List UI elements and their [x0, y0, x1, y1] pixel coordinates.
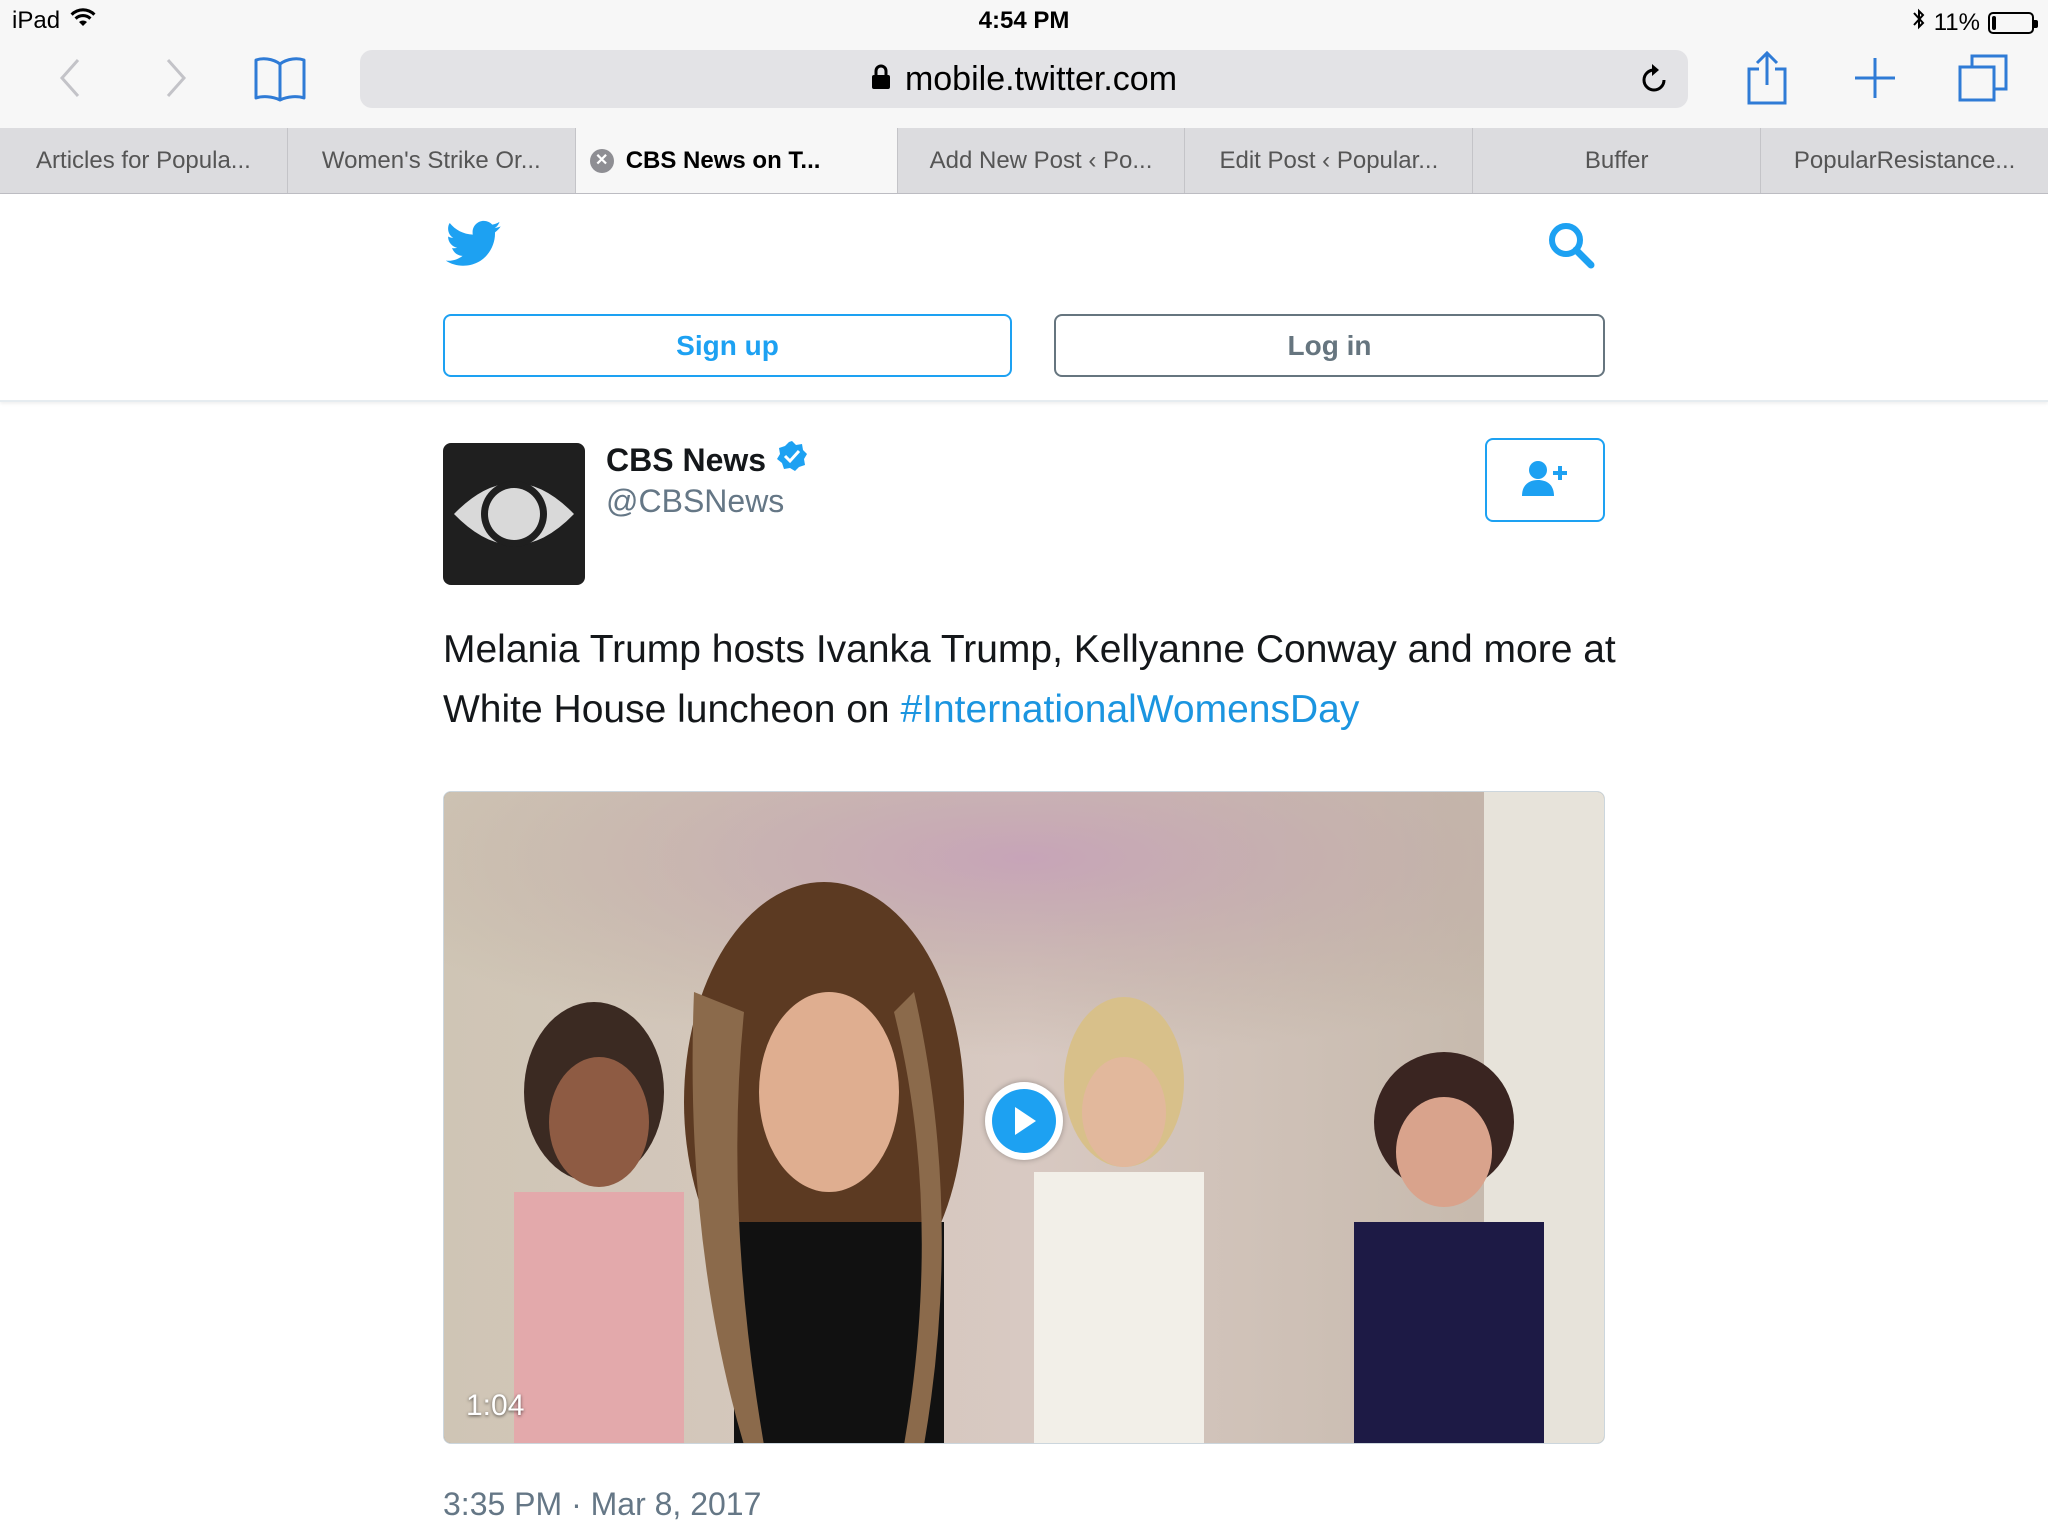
lock-icon	[871, 60, 891, 99]
close-tab-icon[interactable]: ✕	[589, 149, 614, 173]
avatar[interactable]	[443, 443, 585, 585]
tab-buffer[interactable]: Buffer	[1473, 128, 1762, 193]
tab-label: CBS News on T...	[625, 146, 821, 174]
play-icon	[992, 1089, 1056, 1153]
follow-button[interactable]	[1485, 438, 1605, 522]
hashtag-link[interactable]: #InternationalWomensDay	[900, 688, 1359, 731]
follow-user-icon	[1520, 458, 1570, 503]
tab-bar: Articles for Popula... Women's Strike Or…	[0, 128, 2048, 194]
tab-add-new-post[interactable]: Add New Post ‹ Po...	[898, 128, 1186, 193]
battery-percent: 11%	[1933, 8, 1980, 36]
tab-label: Women's Strike Or...	[321, 146, 541, 174]
search-icon[interactable]	[1546, 220, 1596, 275]
tweet-timestamp[interactable]: 3:35 PM · Mar 8, 2017	[443, 1486, 761, 1523]
tab-label: Add New Post ‹ Po...	[929, 146, 1153, 174]
back-icon	[56, 56, 86, 105]
tab-edit-post[interactable]: Edit Post ‹ Popular...	[1185, 128, 1474, 193]
bookmarks-icon	[252, 54, 308, 107]
tab-womens-strike[interactable]: Women's Strike Or...	[288, 128, 576, 193]
author-name[interactable]: CBS News	[606, 440, 808, 480]
tabs-button[interactable]	[1948, 50, 2018, 110]
tab-label: Buffer	[1584, 146, 1649, 174]
bluetooth-icon	[1912, 7, 1926, 38]
video-duration: 1:04	[466, 1389, 525, 1422]
cbs-eye-logo-icon	[454, 481, 574, 547]
author-name-text: CBS News	[606, 441, 767, 478]
address-bar[interactable]: mobile.twitter.com	[360, 50, 1688, 108]
tab-label: Articles for Popula...	[36, 146, 251, 174]
url-text: mobile.twitter.com	[904, 59, 1178, 98]
bookmarks-button[interactable]	[245, 50, 315, 110]
verified-badge-icon	[776, 440, 808, 480]
tweet-text: Melania Trump hosts Ivanka Trump, Kellya…	[443, 620, 1623, 740]
sign-up-button[interactable]: Sign up	[443, 314, 1012, 377]
video-thumbnail[interactable]: 1:04	[443, 791, 1605, 1444]
tabs-icon	[1957, 53, 2009, 108]
log-in-button[interactable]: Log in	[1054, 314, 1605, 377]
battery-fill	[1992, 15, 1996, 30]
twitter-header: Sign up Log in	[0, 194, 2048, 402]
share-button[interactable]	[1732, 50, 1802, 110]
status-bar: iPad 4:54 PM 11%	[0, 0, 2048, 40]
reload-icon[interactable]	[1638, 62, 1670, 105]
tab-cbs-news[interactable]: ✕ CBS News on T...	[575, 128, 898, 193]
tab-articles[interactable]: Articles for Popula...	[0, 128, 288, 193]
forward-button[interactable]	[140, 50, 210, 110]
clock: 4:54 PM	[978, 7, 1070, 34]
battery-icon	[1988, 11, 2038, 34]
tab-label: Edit Post ‹ Popular...	[1219, 146, 1439, 174]
share-icon	[1746, 50, 1788, 110]
twitter-bird-icon[interactable]	[445, 220, 502, 273]
new-tab-button[interactable]	[1840, 50, 1910, 110]
tab-popular-resistance[interactable]: PopularResistance...	[1761, 128, 2048, 193]
play-button[interactable]	[985, 1082, 1063, 1160]
tab-label: PopularResistance...	[1793, 146, 2016, 174]
new-tab-icon	[1853, 56, 1897, 105]
author-handle[interactable]: @CBSNews	[606, 483, 784, 520]
forward-icon	[160, 56, 190, 105]
browser-toolbar: mobile.twitter.com	[0, 40, 2048, 128]
back-button[interactable]	[36, 50, 106, 110]
